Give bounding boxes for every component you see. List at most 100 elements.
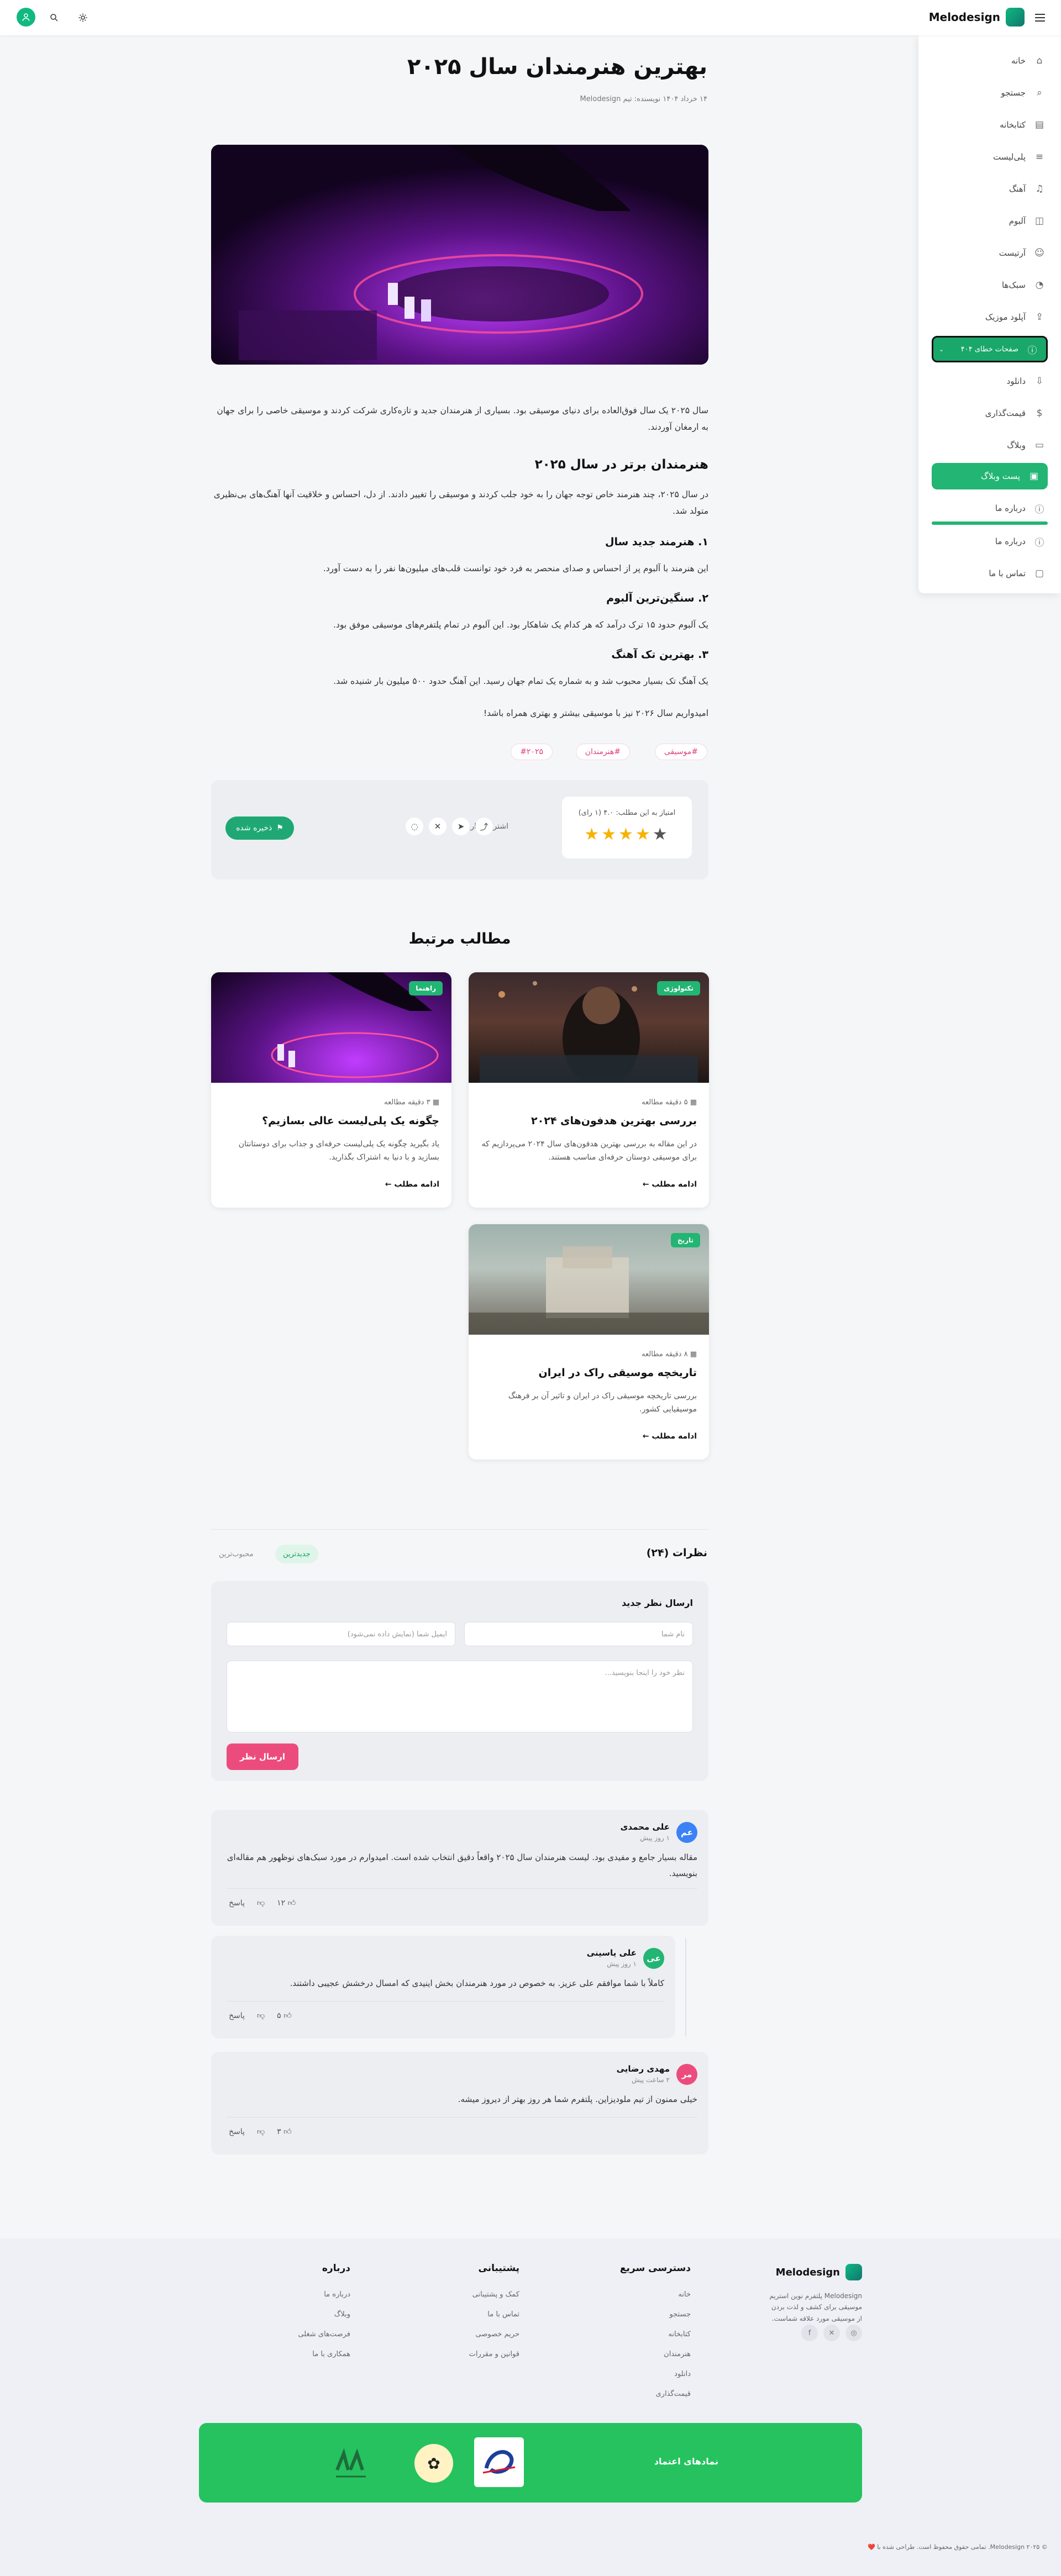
search-icon[interactable] xyxy=(46,10,62,25)
related-card[interactable]: تکنولوژی ▦ ۵ دقیقه مطالعه بررسی بهترین ه… xyxy=(469,972,709,1208)
card-badge: تکنولوژی xyxy=(657,981,700,995)
reply-button[interactable]: پاسخ xyxy=(229,2011,245,2020)
sidebar-item-download[interactable]: ⇩ دانلود xyxy=(932,370,1046,392)
telegram-icon[interactable]: ➤ xyxy=(452,818,470,835)
sidebar-item-error-pages[interactable]: ⓘ صفحات خطای ۴۰۴ ⌄ xyxy=(932,336,1048,362)
footer-link[interactable]: خانه xyxy=(678,2290,691,2299)
download-icon: ⇩ xyxy=(1035,376,1044,387)
playlist-icon: ≡ xyxy=(1035,151,1044,162)
reply-button[interactable]: پاسخ xyxy=(229,1899,245,1908)
instagram-icon[interactable]: ◎ xyxy=(845,2325,862,2341)
sidebar-item-artist[interactable]: ☺ آرتیست xyxy=(932,242,1046,264)
sidebar-item-blog-post[interactable]: ▣ پست وبلاگ xyxy=(932,463,1048,489)
sidebar-item-about-2[interactable]: ⓘ درباره ما xyxy=(932,530,1046,552)
share-icon[interactable]: ⤴ xyxy=(475,818,493,835)
section-divider xyxy=(211,1529,708,1530)
comment-author: علی یاسینی xyxy=(586,1948,637,1958)
union-badge[interactable] xyxy=(326,2445,376,2484)
footer-link[interactable]: قوانین و مقررات xyxy=(469,2350,519,2358)
like-button[interactable]: ۳ 👍︎ xyxy=(277,2127,292,2136)
like-button[interactable]: ۱۲ 👍︎ xyxy=(277,1898,296,1908)
dislike-icon[interactable]: 👎︎ xyxy=(257,1898,265,1908)
sidebar-item-blog[interactable]: ▭ وبلاگ xyxy=(932,434,1046,456)
sidebar-item-song[interactable]: ♫ آهنگ xyxy=(932,178,1046,200)
like-count: ۵ xyxy=(277,2011,281,2020)
comment-actions: پاسخ 👎︎ ۱۲ 👍︎ xyxy=(229,1898,296,1908)
card-title[interactable]: چگونه یک پلی‌لیست عالی بسازیم؟ xyxy=(223,1115,439,1127)
sidebar-item-home[interactable]: ⌂ خانه xyxy=(932,50,1046,72)
footer-link[interactable]: قیمت‌گذاری xyxy=(656,2390,691,2398)
closing-paragraph: امیدواریم سال ۲۰۲۶ نیز با موسیقی بیشتر و… xyxy=(483,708,708,718)
comment-date: ۱ روز پیش xyxy=(640,1834,670,1842)
twitter-icon[interactable]: ✕ xyxy=(823,2325,840,2341)
read-more-link[interactable]: ادامه مطلب ← xyxy=(385,1180,439,1189)
sidebar-item-genres[interactable]: ◔ سبک‌ها xyxy=(932,274,1046,296)
like-button[interactable]: ۵ 👍︎ xyxy=(277,2011,292,2020)
footer-link[interactable]: همکاری با ما xyxy=(312,2350,350,2358)
sort-newest-tab[interactable]: جدیدترین xyxy=(275,1545,318,1563)
user-icon[interactable] xyxy=(17,8,35,27)
footer-link[interactable]: دانلود xyxy=(674,2370,691,2378)
footer-link[interactable]: تماس با ما xyxy=(487,2310,519,2319)
tag-music[interactable]: #موسیقی xyxy=(654,744,707,760)
form-title: ارسال نظر جدید xyxy=(621,1598,693,1608)
hero-image xyxy=(211,145,708,365)
card-excerpt: یاد بگیرید چگونه یک پلی‌لیست حرفه‌ای و ج… xyxy=(238,1140,439,1162)
name-input[interactable]: نام شما xyxy=(464,1622,693,1646)
footer-link[interactable]: کتابخانه xyxy=(668,2330,691,2338)
comment-textarea[interactable]: نظر خود را اینجا بنویسید... xyxy=(227,1661,693,1732)
sun-icon[interactable] xyxy=(75,10,91,25)
footer-link[interactable]: کمک و پشتیبانی xyxy=(472,2290,519,2299)
dislike-icon[interactable]: 👎︎ xyxy=(257,2011,265,2020)
related-posts-title: مطالب مرتبط xyxy=(408,930,511,947)
reply-button[interactable]: پاسخ xyxy=(229,2127,245,2136)
sidebar-item-about[interactable]: ⓘ درباره ما xyxy=(932,497,1046,519)
tag-2025[interactable]: #۲۰۲۵ xyxy=(511,744,553,760)
card-image: راهنما xyxy=(211,972,451,1083)
whatsapp-icon[interactable]: ◌ xyxy=(406,818,423,835)
arrow-left-icon: ← xyxy=(642,1180,649,1189)
samandehi-badge[interactable]: ✿ xyxy=(414,2444,453,2483)
sidebar-item-album[interactable]: ◫ آلبوم xyxy=(932,210,1046,232)
sidebar-item-playlist[interactable]: ≡ پلی‌لیست xyxy=(932,146,1046,168)
like-icon: 👍︎ xyxy=(287,1899,296,1908)
card-title[interactable]: تاریخچه موسیقی راک در ایران xyxy=(481,1367,697,1379)
facebook-icon[interactable]: f xyxy=(801,2325,818,2341)
footer-logo[interactable]: Melodesign xyxy=(776,2264,862,2280)
related-card[interactable]: راهنما ▦ ۳ دقیقه مطالعه چگونه یک پلی‌لیس… xyxy=(211,972,451,1208)
enamad-badge[interactable] xyxy=(474,2437,524,2487)
arrow-left-icon: ← xyxy=(642,1432,649,1441)
star-icon[interactable]: ★★★★ xyxy=(584,825,653,844)
avatar: عم xyxy=(676,1822,697,1843)
star-empty-icon[interactable]: ★ xyxy=(653,825,670,844)
sidebar-item-search[interactable]: ⌕ جستجو xyxy=(932,82,1046,104)
read-time: ▦ ۳ دقیقه مطالعه xyxy=(384,1098,439,1107)
dollar-icon: $ xyxy=(1036,408,1043,419)
like-count: ۱۲ xyxy=(277,1899,286,1908)
footer-link[interactable]: درباره ما xyxy=(324,2290,350,2299)
related-card[interactable]: تاریخ ▦ ۸ دقیقه مطالعه تاریخچه موسیقی را… xyxy=(469,1224,709,1460)
read-more-link[interactable]: ادامه مطلب ← xyxy=(643,1432,697,1441)
hamburger-icon[interactable] xyxy=(1033,11,1047,27)
footer-link[interactable]: هنرمندان xyxy=(664,2350,691,2358)
read-more-link[interactable]: ادامه مطلب ← xyxy=(643,1180,697,1189)
footer-link[interactable]: جستجو xyxy=(669,2310,691,2319)
save-button[interactable]: ⚑ ذخیره شده xyxy=(225,816,294,840)
email-input[interactable]: ایمیل شما (نمایش داده نمی‌شود) xyxy=(227,1622,455,1646)
footer-link[interactable]: وبلاگ xyxy=(334,2310,350,2319)
subparagraph-3: یک آهنگ تک بسیار محبوب شد و به شماره یک … xyxy=(333,676,708,686)
sidebar-item-contact[interactable]: ▢ تماس با ما xyxy=(932,562,1046,584)
sort-popular-tab[interactable]: محبوب‌ترین xyxy=(211,1545,261,1563)
sidebar-item-pricing[interactable]: $ قیمت‌گذاری xyxy=(932,402,1046,424)
footer-link[interactable]: فرصت‌های شغلی xyxy=(298,2330,350,2338)
card-title[interactable]: بررسی بهترین هدفون‌های ۲۰۲۴ xyxy=(481,1115,697,1127)
sidebar-item-library[interactable]: ▤ کتابخانه xyxy=(932,114,1046,136)
footer-link[interactable]: حریم خصوصی xyxy=(475,2330,519,2338)
dislike-icon[interactable]: 👎︎ xyxy=(257,2127,265,2136)
logo[interactable]: Melodesign xyxy=(929,8,1025,27)
star-rating[interactable]: ★★★★★ xyxy=(562,825,692,844)
sidebar-item-upload[interactable]: ⇪ آپلود موزیک xyxy=(932,306,1046,328)
submit-comment-button[interactable]: ارسال نظر xyxy=(227,1743,298,1770)
tag-artists[interactable]: #هنرمندان xyxy=(575,744,630,760)
twitter-icon[interactable]: ✕ xyxy=(429,818,447,835)
